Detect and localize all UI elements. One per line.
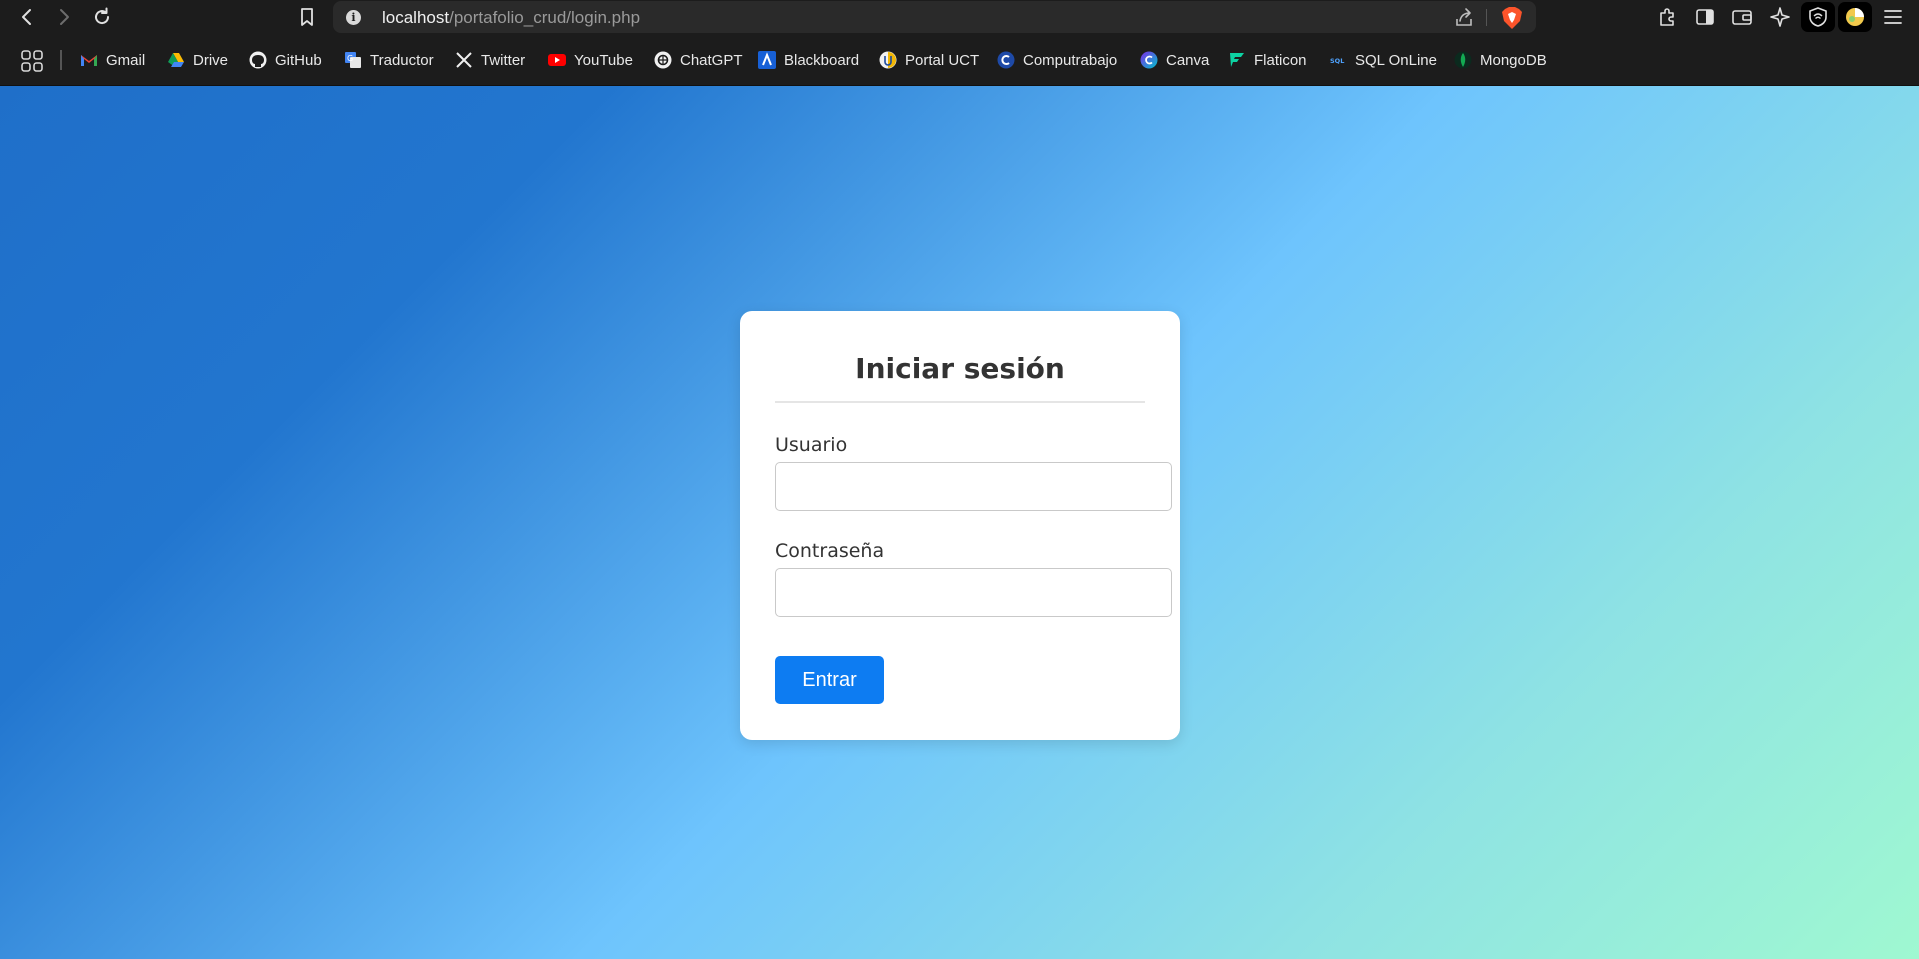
svg-text:G: G	[347, 54, 353, 63]
wallet-icon[interactable]	[1729, 4, 1755, 30]
uct-icon	[879, 51, 897, 69]
bookmark-flaticon[interactable]: Flaticon	[1228, 49, 1307, 71]
flaticon-icon	[1230, 53, 1244, 67]
svg-text:SQL: SQL	[1330, 57, 1344, 65]
password-input[interactable]	[775, 568, 1172, 617]
url-host: localhost	[382, 8, 450, 27]
bookmark-label: Traductor	[370, 51, 434, 69]
bookmark-portal-uct[interactable]: Portal UCT	[879, 49, 979, 71]
reload-icon[interactable]	[87, 2, 117, 32]
mongodb-icon	[1454, 51, 1472, 69]
bookmark-blackboard[interactable]: Blackboard	[758, 49, 859, 71]
username-label: Usuario	[775, 434, 848, 456]
login-card: Iniciar sesión Usuario Contraseña Entrar	[740, 311, 1180, 740]
vpn-icon[interactable]	[1801, 2, 1835, 32]
menu-icon[interactable]	[1880, 4, 1906, 30]
bookmark-icon[interactable]	[292, 2, 322, 32]
bookmark-canva[interactable]: Canva	[1140, 49, 1209, 71]
profile-icon[interactable]	[1838, 2, 1872, 32]
browser-toolbar: i localhost/portafolio_crud/login.php	[0, 0, 1919, 34]
address-url[interactable]: localhost/portafolio_crud/login.php	[382, 8, 640, 28]
bookmark-label: Portal UCT	[905, 51, 980, 69]
bookmark-label: Drive	[193, 51, 229, 69]
bookmark-label: Flaticon	[1254, 51, 1307, 69]
x-icon	[456, 52, 472, 68]
computrabajo-icon	[997, 51, 1015, 69]
bookmark-mongodb[interactable]: MongoDB	[1454, 49, 1547, 71]
sql-icon: SQL	[1329, 55, 1347, 65]
forward-icon[interactable]	[49, 2, 79, 32]
bookmark-gmail[interactable]: Gmail	[80, 49, 145, 71]
bookmark-label: Blackboard	[784, 51, 860, 69]
bookmark-twitter[interactable]: Twitter	[455, 49, 525, 71]
bookmark-label: Twitter	[481, 51, 526, 69]
canva-icon	[1140, 51, 1158, 69]
youtube-icon	[548, 54, 566, 66]
bookmark-label: Canva	[1166, 51, 1210, 69]
bookmarks-bar: Gmail Drive GitHub G Traductor Twitter Y…	[0, 34, 1919, 86]
password-label: Contraseña	[775, 540, 885, 562]
address-bar[interactable]: i localhost/portafolio_crud/login.php	[333, 1, 1536, 33]
bookmark-youtube[interactable]: YouTube	[548, 49, 633, 71]
github-icon	[249, 51, 267, 69]
back-icon[interactable]	[12, 2, 42, 32]
address-divider	[1486, 9, 1487, 26]
site-info-icon[interactable]: i	[346, 10, 361, 25]
bookmark-label: MongoDB	[1480, 51, 1547, 69]
username-input[interactable]	[775, 462, 1172, 511]
drive-icon	[168, 53, 184, 67]
bookmarks-divider	[60, 50, 62, 70]
bookmark-sql-online[interactable]: SQL SQL OnLine	[1329, 49, 1437, 71]
bookmark-label: Gmail	[106, 51, 146, 69]
brave-shields-icon[interactable]	[1501, 6, 1523, 30]
login-submit-button[interactable]: Entrar	[775, 656, 884, 704]
chatgpt-icon	[654, 51, 672, 69]
page-background: Iniciar sesión Usuario Contraseña Entrar	[0, 86, 1919, 959]
bookmark-drive[interactable]: Drive	[167, 49, 228, 71]
translate-icon: G	[345, 52, 361, 68]
bookmark-label: Computrabajo	[1023, 51, 1118, 69]
bookmark-traductor[interactable]: G Traductor	[344, 49, 434, 71]
url-path: /portafolio_crud/login.php	[449, 8, 641, 27]
bookmark-chatgpt[interactable]: ChatGPT	[654, 49, 743, 71]
bookmark-label: YouTube	[574, 51, 633, 69]
login-title: Iniciar sesión	[855, 352, 1065, 385]
bookmark-github[interactable]: GitHub	[249, 49, 322, 71]
sidebar-icon[interactable]	[1692, 4, 1718, 30]
blackboard-icon	[758, 51, 776, 69]
bookmark-label: ChatGPT	[680, 51, 743, 69]
title-divider	[775, 401, 1145, 403]
share-icon[interactable]	[1453, 7, 1475, 29]
bookmark-label: GitHub	[275, 51, 322, 69]
gmail-icon	[81, 55, 97, 66]
extensions-icon[interactable]	[1654, 4, 1680, 30]
bookmark-computrabajo[interactable]: Computrabajo	[997, 49, 1117, 71]
bookmark-label: SQL OnLine	[1355, 51, 1437, 69]
leo-ai-icon[interactable]	[1767, 4, 1793, 30]
apps-grid-icon[interactable]	[21, 50, 43, 72]
